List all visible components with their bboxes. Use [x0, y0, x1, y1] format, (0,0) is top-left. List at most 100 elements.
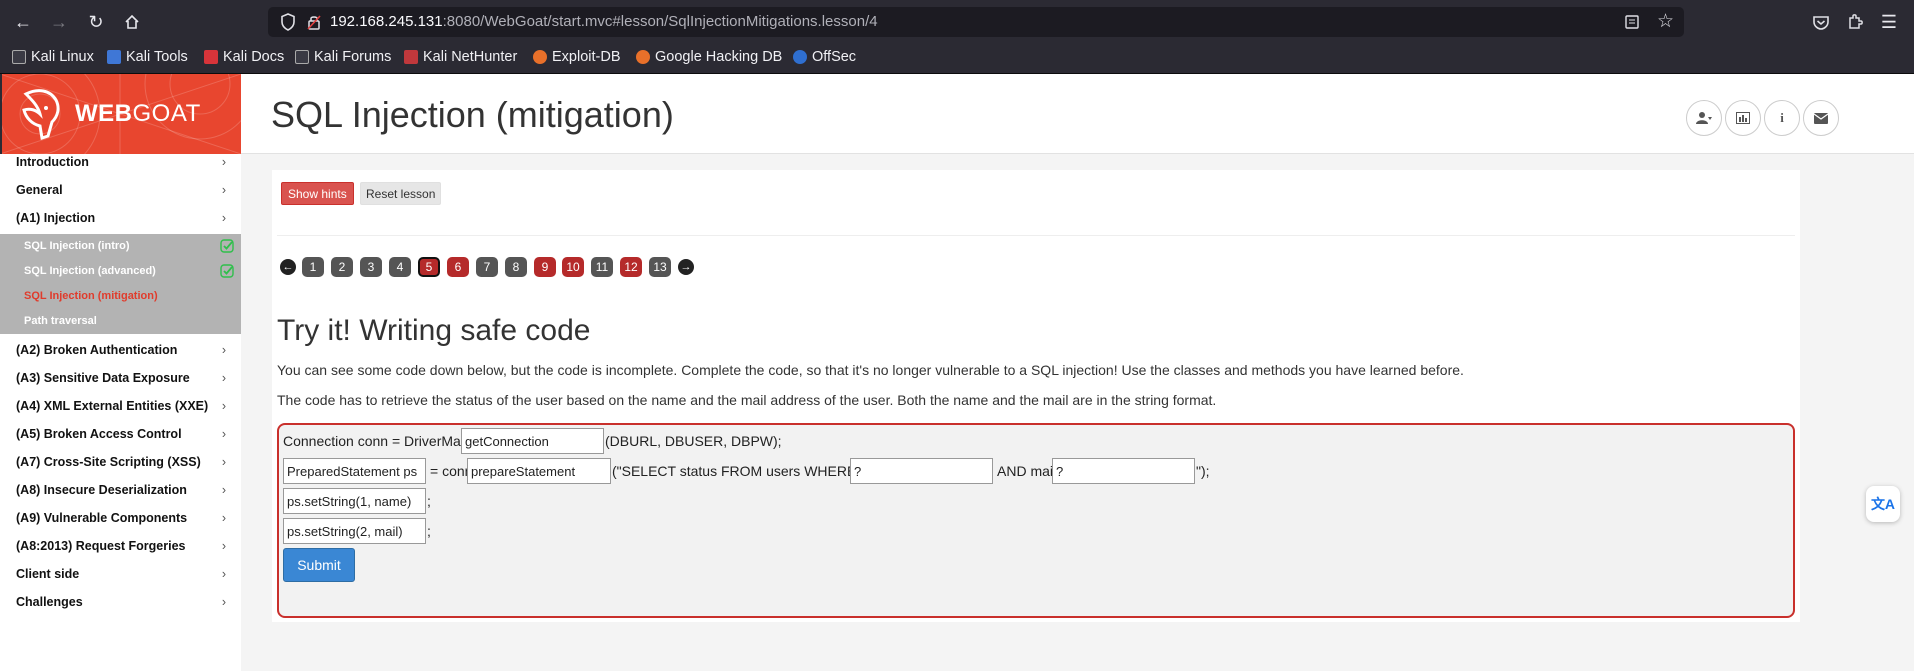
bookmark-google-hacking-db[interactable]: Google Hacking DB: [636, 49, 782, 65]
sidebar-item-a8[interactable]: (A8) Insecure Deserialization ›: [0, 476, 241, 504]
category-label: (A1) Injection: [16, 211, 96, 225]
bookmark-label: Kali Tools: [126, 49, 188, 65]
insecure-lock-icon[interactable]: [306, 14, 322, 30]
sidebar-item-challenges[interactable]: Challenges ›: [0, 588, 241, 616]
page-link-10[interactable]: 10: [562, 257, 584, 277]
sidebar-item-introduction[interactable]: Introduction ›: [0, 148, 241, 176]
page-link-12[interactable]: 12: [620, 257, 642, 277]
about-button[interactable]: i: [1764, 100, 1800, 136]
url-path: :8080/WebGoat/start.mvc#lesson/SqlInject…: [442, 13, 878, 30]
pocket-icon[interactable]: [1808, 9, 1834, 35]
page-link-7[interactable]: 7: [476, 257, 498, 277]
sidebar-item-a9[interactable]: (A9) Vulnerable Components ›: [0, 504, 241, 532]
bookmark-kali-docs[interactable]: Kali Docs: [204, 49, 284, 65]
sidebar-subitem-path-traversal[interactable]: Path traversal: [0, 309, 241, 334]
menu-icon[interactable]: ☰: [1876, 9, 1902, 35]
sidebar-subitem-sql-intro[interactable]: SQL Injection (intro): [0, 234, 241, 259]
code-line2-end: ");: [1196, 463, 1210, 479]
lesson-content: Show hints Reset lesson ← 1 2 3 4 5 6 7 …: [272, 170, 1800, 622]
back-icon[interactable]: ←: [10, 9, 36, 35]
page-link-8[interactable]: 8: [505, 257, 527, 277]
browser-toolbar: ← → ↻ 192.168.245.131:8080/WebGoat/start…: [0, 0, 1914, 42]
page-link-13[interactable]: 13: [649, 257, 671, 277]
info-icon: i: [1780, 110, 1784, 125]
subitem-label: SQL Injection (advanced): [24, 265, 156, 277]
sidebar-item-general[interactable]: General ›: [0, 176, 241, 204]
reader-view-icon[interactable]: [1624, 14, 1640, 30]
report-card-button[interactable]: [1725, 100, 1761, 136]
connection-method-input[interactable]: [461, 428, 604, 454]
page-link-1[interactable]: 1: [302, 257, 324, 277]
webgoat-logo[interactable]: WEBGOAT: [0, 74, 241, 154]
sidebar-subitem-sql-advanced[interactable]: SQL Injection (advanced): [0, 259, 241, 284]
page-link-2[interactable]: 2: [331, 257, 353, 277]
page-link-4[interactable]: 4: [389, 257, 411, 277]
chevron-right-icon: ›: [221, 155, 226, 169]
page-title: SQL Injection (mitigation): [271, 94, 674, 135]
show-hints-button[interactable]: Show hints: [281, 182, 354, 205]
page-link-5-current[interactable]: 5: [418, 257, 440, 277]
sidebar-item-a7[interactable]: (A7) Cross-Site Scripting (XSS) ›: [0, 448, 241, 476]
extensions-icon[interactable]: [1842, 9, 1868, 35]
name-placeholder-input[interactable]: [850, 458, 993, 484]
bookmark-label: Kali Forums: [314, 49, 392, 65]
divider: [277, 235, 1795, 236]
prepare-method-input[interactable]: [467, 458, 611, 484]
bookmark-offsec[interactable]: OffSec: [793, 49, 856, 65]
bookmark-exploit-db[interactable]: Exploit-DB: [533, 49, 621, 65]
page-link-9[interactable]: 9: [534, 257, 556, 277]
sidebar-item-a2[interactable]: (A2) Broken Authentication ›: [0, 336, 241, 364]
contact-button[interactable]: [1803, 100, 1839, 136]
bookmark-star-icon[interactable]: ☆: [1657, 10, 1674, 33]
subitem-label: SQL Injection (intro): [24, 240, 130, 252]
page-link-11[interactable]: 11: [591, 257, 613, 277]
next-page-icon[interactable]: →: [678, 259, 694, 275]
page-link-3[interactable]: 3: [360, 257, 382, 277]
webgoat-page: WEBGOAT SQL Injection (mitigation) i Int…: [0, 74, 1914, 671]
bookmark-label: Kali Linux: [31, 49, 94, 65]
sidebar-item-a1-injection[interactable]: (A1) Injection ›: [0, 204, 241, 232]
bookmark-kali-forums[interactable]: Kali Forums: [295, 49, 391, 65]
sidebar-item-a4[interactable]: (A4) XML External Entities (XXE) ›: [0, 392, 241, 420]
category-label: General: [16, 183, 63, 197]
submit-button[interactable]: Submit: [283, 548, 355, 582]
forward-icon[interactable]: →: [46, 9, 72, 35]
sidebar-item-client-side[interactable]: Client side ›: [0, 560, 241, 588]
lesson-sidebar: Introduction › General › (A1) Injection › S…: [0, 154, 241, 671]
prev-page-icon[interactable]: ←: [280, 259, 296, 275]
requirements-paragraph: The code has to retrieve the status of t…: [277, 392, 1217, 408]
bookmark-kali-linux[interactable]: Kali Linux: [12, 49, 94, 65]
logo-text: WEBGOAT: [75, 100, 201, 128]
set-mail-input[interactable]: [283, 518, 426, 544]
category-label: (A7) Cross-Site Scripting (XSS): [16, 455, 201, 469]
page-link-6[interactable]: 6: [447, 257, 469, 277]
sidebar-item-a3[interactable]: (A3) Sensitive Data Exposure ›: [0, 364, 241, 392]
category-label: (A3) Sensitive Data Exposure: [16, 371, 190, 385]
reload-icon[interactable]: ↻: [83, 9, 109, 35]
code-completion-form: Connection conn = DriverManager. (DBURL,…: [277, 423, 1795, 618]
shield-icon[interactable]: [280, 13, 296, 31]
ghdb-icon: [636, 50, 650, 64]
statement-type-input[interactable]: [283, 458, 426, 484]
url-host: 192.168.245.131: [330, 13, 443, 30]
category-label: (A4) XML External Entities (XXE): [16, 399, 209, 413]
sidebar-item-a5[interactable]: (A5) Broken Access Control ›: [0, 420, 241, 448]
user-menu-button[interactable]: [1686, 100, 1722, 136]
url-bar[interactable]: 192.168.245.131:8080/WebGoat/start.mvc#l…: [268, 7, 1684, 37]
sidebar-subitem-sql-mitigation[interactable]: SQL Injection (mitigation): [0, 284, 241, 309]
bookmark-kali-nethunter[interactable]: Kali NetHunter: [404, 49, 517, 65]
chevron-right-icon: ›: [221, 511, 226, 525]
offsec-icon: [793, 50, 807, 64]
user-icon: [1696, 112, 1712, 124]
bookmark-label: Google Hacking DB: [655, 49, 783, 65]
translate-icon[interactable]: 文A: [1866, 486, 1900, 522]
bookmark-kali-tools[interactable]: Kali Tools: [107, 49, 188, 65]
sidebar-item-a8-2013[interactable]: (A8:2013) Request Forgeries ›: [0, 532, 241, 560]
home-icon[interactable]: [119, 9, 145, 35]
bar-chart-icon: [1736, 112, 1750, 124]
bookmark-label: Kali NetHunter: [423, 49, 518, 65]
reset-lesson-button[interactable]: Reset lesson: [360, 182, 442, 205]
injection-submenu: SQL Injection (intro) SQL Injection (adv…: [0, 234, 241, 334]
mail-placeholder-input[interactable]: [1052, 458, 1195, 484]
set-name-input[interactable]: [283, 488, 426, 514]
